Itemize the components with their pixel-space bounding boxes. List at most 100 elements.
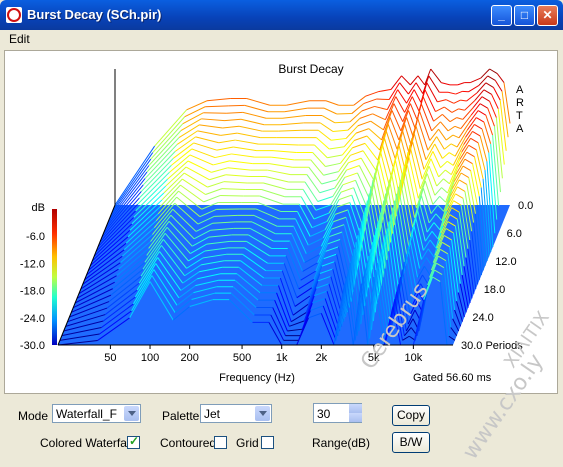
waterfall-slice-segment bbox=[167, 160, 189, 180]
waterfall-slice-segment bbox=[318, 129, 332, 141]
waterfall-slice-segment bbox=[450, 143, 458, 148]
waterfall-slice-segment bbox=[211, 167, 228, 173]
minimize-button[interactable]: _ bbox=[491, 5, 512, 26]
spin-up-icon[interactable] bbox=[349, 404, 362, 413]
waterfall-slice-segment bbox=[376, 165, 387, 205]
waterfall-slice-segment bbox=[340, 187, 354, 193]
waterfall-slice-segment bbox=[350, 150, 364, 156]
waterfall-slice-segment bbox=[331, 137, 347, 141]
waterfall-slice-segment bbox=[397, 89, 407, 104]
waterfall-slice-segment bbox=[478, 75, 489, 86]
waterfall-slice-segment bbox=[271, 156, 295, 161]
colored-waterfall-checkbox[interactable]: ✓ bbox=[127, 434, 140, 449]
waterfall-slice-segment bbox=[447, 125, 456, 132]
palette-label: Palette bbox=[162, 409, 200, 423]
waterfall-slice-segment bbox=[481, 96, 490, 102]
contoured-label: Contoured bbox=[160, 436, 217, 450]
app-icon[interactable] bbox=[6, 7, 22, 23]
waterfall-slice-segment bbox=[440, 160, 448, 169]
waterfall-slice-segment bbox=[380, 151, 390, 187]
waterfall-slice-segment bbox=[349, 110, 363, 123]
waterfall-slice-segment bbox=[139, 164, 172, 199]
waterfall-slice-segment bbox=[203, 195, 221, 203]
waterfall-slice-segment bbox=[197, 130, 221, 136]
waterfall-slice-segment bbox=[470, 77, 481, 84]
waterfall-slice-segment bbox=[321, 179, 337, 185]
waterfall-slice-segment bbox=[212, 160, 230, 166]
waterfall-slice-segment bbox=[323, 171, 339, 176]
waterfall-slice-segment bbox=[426, 82, 438, 103]
waterfall-slice-segment bbox=[284, 107, 308, 113]
waterfall-slice-segment bbox=[368, 128, 382, 141]
x-tick-label: 1k bbox=[276, 352, 288, 364]
chevron-down-icon[interactable] bbox=[255, 406, 270, 421]
waterfall-slice-segment bbox=[316, 137, 330, 150]
waterfall-slice-segment bbox=[476, 117, 485, 123]
palette-select[interactable]: Jet bbox=[200, 404, 272, 423]
bw-button[interactable]: B/W bbox=[392, 432, 430, 453]
mode-select[interactable]: Waterfall_F bbox=[52, 404, 141, 423]
close-button[interactable]: ✕ bbox=[537, 5, 558, 26]
waterfall-slice-segment bbox=[452, 134, 460, 139]
waterfall-slice-segment bbox=[360, 157, 375, 181]
waterfall-slice-segment bbox=[495, 117, 503, 179]
waterfall-slice-segment bbox=[473, 156, 482, 188]
waterfall-slice-segment bbox=[442, 152, 450, 159]
menu-edit[interactable]: Edit bbox=[9, 32, 30, 46]
spin-down-icon[interactable] bbox=[349, 413, 362, 422]
waterfall-slice-segment bbox=[446, 160, 454, 166]
waterfall-slice-segment bbox=[237, 132, 261, 139]
waterfall-slice-segment bbox=[345, 125, 359, 139]
waterfall-slice-segment bbox=[378, 158, 389, 196]
copy-button[interactable]: Copy bbox=[392, 405, 430, 426]
waterfall-slice-segment bbox=[454, 125, 462, 130]
waterfall-slice-segment bbox=[246, 97, 270, 106]
waterfall-slice-segment bbox=[244, 104, 269, 113]
waterfall-slice-segment bbox=[209, 174, 226, 181]
waterfall-slice-segment bbox=[231, 153, 255, 158]
waterfall-slice-segment bbox=[348, 157, 362, 164]
waterfall-slice-segment bbox=[411, 96, 420, 112]
waterfall-slice-segment bbox=[451, 108, 459, 113]
waterfall-slice-segment bbox=[418, 110, 431, 141]
waterfall-slice-segment bbox=[434, 143, 443, 159]
waterfall-slice-segment bbox=[154, 109, 188, 147]
waterfall-slice-segment bbox=[221, 188, 246, 191]
waterfall-slice-segment bbox=[468, 85, 480, 93]
waterfall-slice-segment bbox=[466, 151, 475, 158]
waterfall-slice-segment bbox=[432, 195, 441, 205]
waterfall-slice-segment bbox=[269, 163, 293, 168]
x-tick-label: 500 bbox=[233, 352, 251, 364]
waterfall-slice-segment bbox=[357, 120, 371, 127]
waterfall-slice-segment bbox=[347, 118, 361, 131]
waterfall-slice-segment bbox=[453, 200, 462, 206]
waterfall-slice-segment bbox=[460, 172, 469, 178]
waterfall-slice-segment bbox=[438, 128, 447, 141]
waterfall-slice-segment bbox=[433, 114, 443, 122]
waterfall-slice-segment bbox=[206, 97, 231, 102]
waterfall-slice-segment bbox=[470, 137, 479, 144]
waterfall-slice-segment bbox=[387, 124, 398, 150]
waterfall-slice-segment bbox=[332, 129, 349, 133]
title-bar: Burst Decay (SCh.pir) _ □ ✕ bbox=[0, 0, 563, 30]
grid-checkbox[interactable] bbox=[261, 436, 274, 449]
waterfall-slice-segment bbox=[319, 122, 334, 132]
contoured-checkbox[interactable] bbox=[214, 436, 227, 449]
waterfall-slice-segment bbox=[265, 176, 289, 183]
waterfall-slice-segment bbox=[458, 108, 465, 111]
waterfall-slice-segment bbox=[420, 103, 433, 132]
x-tick-label: 10k bbox=[404, 352, 422, 364]
maximize-button[interactable]: □ bbox=[514, 5, 535, 26]
range-spinner[interactable]: 30 bbox=[313, 403, 362, 423]
x-tick-label: 50 bbox=[104, 352, 116, 364]
waterfall-slice-segment bbox=[472, 163, 480, 197]
waterfall-slice-segment bbox=[493, 126, 501, 193]
mode-label: Mode bbox=[18, 409, 49, 423]
waterfall-slice-segment bbox=[233, 146, 257, 152]
waterfall-slice-segment bbox=[182, 112, 204, 125]
chevron-down-icon[interactable] bbox=[124, 406, 139, 421]
waterfall-slice-segment bbox=[481, 128, 490, 153]
waterfall-slice-segment bbox=[474, 124, 483, 130]
maximize-icon: □ bbox=[520, 8, 529, 22]
waterfall-slice-segment bbox=[494, 80, 503, 92]
